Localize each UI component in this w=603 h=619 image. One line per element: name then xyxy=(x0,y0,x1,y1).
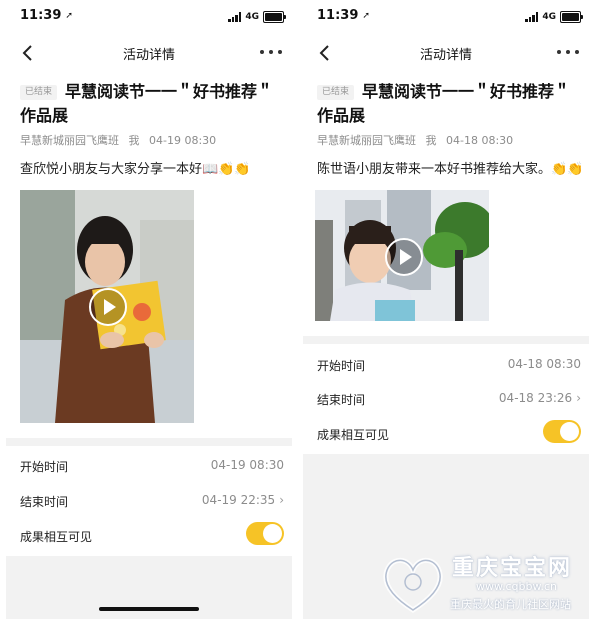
activity-title-text: 早慧阅读节一一＂好书推荐＂作品展 xyxy=(317,82,571,125)
results-visible-label: 成果相互可见 xyxy=(317,428,390,442)
results-visible-toggle[interactable] xyxy=(543,420,581,443)
toggle-knob xyxy=(263,524,282,543)
activity-title-text: 早慧阅读节一一＂好书推荐＂作品展 xyxy=(20,82,274,125)
status-time: 11:39 ➚ xyxy=(20,8,73,23)
post-datetime: 04-19 08:30 xyxy=(149,134,217,147)
start-time-row: 开始时间 04-18 08:30 xyxy=(317,351,581,379)
status-time: 11:39 ➚ xyxy=(317,8,370,23)
nav-bar: 活动详情 xyxy=(303,40,589,66)
toggle-knob xyxy=(560,422,579,441)
post-datetime: 04-18 08:30 xyxy=(446,134,514,147)
start-time-row: 开始时间 04-19 08:30 xyxy=(20,452,284,480)
class-name: 早慧新城丽园飞鹰班 xyxy=(20,134,119,147)
more-icon[interactable] xyxy=(557,44,579,60)
author: 我 xyxy=(128,134,140,147)
end-time-row[interactable]: 结束时间 04-19 22:35 › xyxy=(20,487,284,515)
results-visible-row: 成果相互可见 xyxy=(317,420,581,448)
end-time-value-wrap: 04-18 23:26 › xyxy=(499,391,581,405)
status-badge: 已结束 xyxy=(20,85,58,100)
post-text: 陈世语小朋友带来一本好书推荐给大家。👏👏 xyxy=(317,162,584,177)
author: 我 xyxy=(425,134,437,147)
battery-icon xyxy=(263,11,286,23)
play-button[interactable] xyxy=(385,238,423,276)
activity-title: 已结束 早慧阅读节一一＂好书推荐＂作品展 xyxy=(317,80,581,128)
start-time-value: 04-18 08:30 xyxy=(507,357,581,371)
post-text: 查欣悦小朋友与大家分享一本好📖👏👏 xyxy=(20,162,251,177)
watermark-title: 重庆宝宝网 xyxy=(452,556,573,581)
site-watermark: 重庆宝宝网 www.cqbbw.cn 重庆最火的育儿社区网站 xyxy=(378,548,603,619)
activity-meta: 早慧新城丽园飞鹰班 我 04-19 08:30 xyxy=(20,132,284,148)
chevron-right-icon: › xyxy=(576,391,581,405)
activity-content: 已结束 早慧阅读节一一＂好书推荐＂作品展 早慧新城丽园飞鹰班 我 04-19 08… xyxy=(20,80,284,177)
video-thumbnail[interactable] xyxy=(20,190,194,423)
activity-meta: 早慧新城丽园飞鹰班 我 04-18 08:30 xyxy=(317,132,581,148)
watermark-url: www.cqbbw.cn xyxy=(476,580,557,593)
status-bar: 11:39 ➚ 4G xyxy=(303,8,589,28)
status-bar: 11:39 ➚ 4G xyxy=(6,8,292,28)
status-badge: 已结束 xyxy=(317,85,355,100)
signal-icon xyxy=(228,12,242,22)
activity-title: 已结束 早慧阅读节一一＂好书推荐＂作品展 xyxy=(20,80,284,128)
page-title: 活动详情 xyxy=(122,48,175,63)
chevron-right-icon: › xyxy=(279,493,284,507)
phone-screen-left: 11:39 ➚ 4G 活动详情 已结束 早慧阅读节一一＂好书推荐＂作品展 早慧新城丽… xyxy=(6,0,292,619)
start-time-label: 开始时间 xyxy=(317,359,366,373)
video-thumbnail[interactable] xyxy=(315,190,489,321)
class-name: 早慧新城丽园飞鹰班 xyxy=(317,134,416,147)
results-visible-row: 成果相互可见 xyxy=(20,522,284,550)
page-title: 活动详情 xyxy=(419,48,472,63)
end-time-value: 04-19 22:35 xyxy=(201,493,276,507)
location-arrow-icon: ➚ xyxy=(65,11,73,21)
start-time-label: 开始时间 xyxy=(20,460,69,474)
phone-screen-right: 11:39 ➚ 4G 活动详情 已结束 早慧阅读节一一＂好书推荐＂作品展 早慧新城丽… xyxy=(303,0,589,619)
signal-icon xyxy=(525,12,539,22)
end-time-label: 结束时间 xyxy=(317,393,366,407)
start-time-value: 04-19 08:30 xyxy=(210,458,284,472)
location-arrow-icon: ➚ xyxy=(362,11,370,21)
home-indicator xyxy=(99,607,199,611)
results-visible-toggle[interactable] xyxy=(246,522,284,545)
watermark-tagline: 重庆最火的育儿社区网站 xyxy=(450,598,571,611)
network-label: 4G xyxy=(245,12,259,22)
battery-icon xyxy=(560,11,583,23)
end-time-row[interactable]: 结束时间 04-18 23:26 › xyxy=(317,385,581,413)
end-time-label: 结束时间 xyxy=(20,495,69,509)
section-divider xyxy=(303,336,589,344)
play-button[interactable] xyxy=(89,288,127,326)
results-visible-label: 成果相互可见 xyxy=(20,530,93,544)
activity-content: 已结束 早慧阅读节一一＂好书推荐＂作品展 早慧新城丽园飞鹰班 我 04-18 08… xyxy=(317,80,584,177)
end-time-value: 04-18 23:26 xyxy=(498,391,573,405)
network-label: 4G xyxy=(542,12,556,22)
watermark-logo-icon xyxy=(383,557,443,613)
nav-bar: 活动详情 xyxy=(6,40,292,66)
section-divider xyxy=(6,438,292,446)
end-time-value-wrap: 04-19 22:35 › xyxy=(202,493,284,507)
more-icon[interactable] xyxy=(260,44,282,60)
